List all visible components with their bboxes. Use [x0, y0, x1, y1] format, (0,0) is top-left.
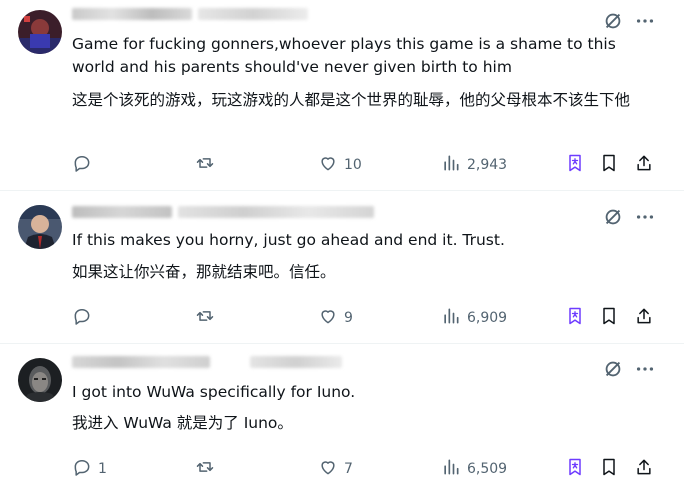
reply-count: 1	[98, 461, 107, 477]
share-icon	[634, 306, 654, 330]
author-handle-blurred[interactable]	[198, 8, 308, 20]
heart-icon	[318, 306, 338, 330]
translate-icon	[565, 153, 585, 177]
action-bar: 10 2,943	[72, 153, 656, 177]
reply-1[interactable]: Game for fucking gonners,whoever plays t…	[0, 0, 684, 190]
translate-icon	[565, 457, 585, 481]
like-count: 7	[344, 461, 353, 477]
views-button[interactable]: 2,943	[441, 153, 507, 177]
like-button[interactable]: 9	[318, 306, 353, 330]
retweet-button[interactable]	[195, 457, 215, 481]
author-name-blurred[interactable]	[72, 206, 172, 218]
grok-icon[interactable]	[602, 358, 624, 380]
share-button[interactable]	[634, 153, 654, 177]
avatar[interactable]	[18, 358, 62, 402]
bookmark-icon	[599, 153, 619, 177]
avatar[interactable]	[18, 10, 62, 54]
view-count: 6,909	[467, 310, 508, 326]
action-bar: 1 7 6,509	[72, 457, 656, 481]
reply-icon	[72, 306, 92, 330]
retweet-button[interactable]	[195, 306, 215, 330]
heart-icon	[318, 153, 338, 177]
author-handle-blurred[interactable]	[178, 206, 374, 218]
like-count: 10	[344, 157, 362, 173]
more-horizontal-icon[interactable]	[634, 10, 656, 32]
author-name-blurred[interactable]	[72, 356, 210, 368]
reply-text-translation: 这是个该死的游戏，玩这游戏的人都是这个世界的耻辱，他的父母根本不该生下他	[72, 91, 631, 109]
views-chart-icon	[441, 153, 461, 177]
bookmark-icon	[599, 457, 619, 481]
heart-icon	[318, 457, 338, 481]
translate-button[interactable]	[565, 457, 585, 481]
reply-text-original: I got into WuWa specifically for Iuno.	[72, 383, 356, 401]
reply-icon	[72, 153, 92, 177]
views-button[interactable]: 6,509	[441, 457, 507, 481]
retweet-icon	[195, 306, 215, 330]
views-button[interactable]: 6,909	[441, 306, 507, 330]
reply-text-original: Game for fucking gonners,whoever plays t…	[72, 35, 621, 76]
retweet-button[interactable]	[195, 153, 215, 177]
author-name-blurred[interactable]	[72, 8, 192, 20]
retweet-icon	[195, 153, 215, 177]
share-icon	[634, 153, 654, 177]
reply-button[interactable]: 1	[72, 457, 107, 481]
views-chart-icon	[441, 457, 461, 481]
grok-icon[interactable]	[602, 206, 624, 228]
like-button[interactable]: 10	[318, 153, 362, 177]
views-chart-icon	[441, 306, 461, 330]
author-handle-blurred[interactable]	[250, 356, 342, 368]
reply-text-original: If this makes you horny, just go ahead a…	[72, 231, 505, 249]
share-icon	[634, 457, 654, 481]
reply-2[interactable]: If this makes you horny, just go ahead a…	[0, 191, 684, 343]
more-horizontal-icon[interactable]	[634, 206, 656, 228]
reply-3[interactable]: I got into WuWa specifically for Iuno. 我…	[0, 344, 684, 503]
translate-icon	[565, 306, 585, 330]
share-button[interactable]	[634, 457, 654, 481]
like-button[interactable]: 7	[318, 457, 353, 481]
view-count: 2,943	[467, 157, 508, 173]
view-count: 6,509	[467, 461, 508, 477]
retweet-icon	[195, 457, 215, 481]
reply-icon	[72, 457, 92, 481]
reply-text-translation: 如果这让你兴奋，那就结束吧。信任。	[72, 263, 336, 281]
bookmark-icon	[599, 306, 619, 330]
reply-button[interactable]	[72, 153, 98, 177]
translate-button[interactable]	[565, 153, 585, 177]
translate-button[interactable]	[565, 306, 585, 330]
share-button[interactable]	[634, 306, 654, 330]
bookmark-button[interactable]	[599, 153, 619, 177]
reply-button[interactable]	[72, 306, 98, 330]
bookmark-button[interactable]	[599, 306, 619, 330]
bookmark-button[interactable]	[599, 457, 619, 481]
avatar[interactable]	[18, 205, 62, 249]
reply-text-translation: 我进入 WuWa 就是为了 Iuno。	[72, 414, 293, 432]
like-count: 9	[344, 310, 353, 326]
more-horizontal-icon[interactable]	[634, 358, 656, 380]
grok-icon[interactable]	[602, 10, 624, 32]
action-bar: 9 6,909	[72, 306, 656, 330]
